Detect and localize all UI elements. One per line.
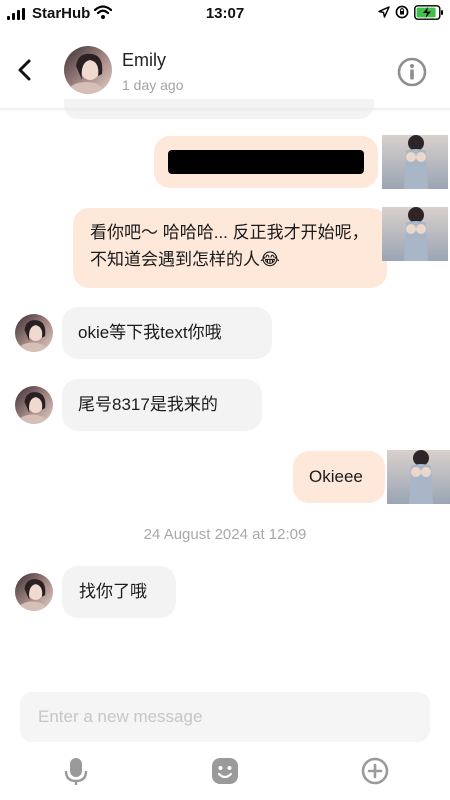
chat-header: Emily 1 day ago (0, 26, 450, 110)
message-text: 找你了哦 (79, 582, 147, 601)
sender-photo-thumbnail[interactable] (387, 450, 450, 504)
redacted-text-block (168, 150, 364, 174)
contact-avatar[interactable] (15, 386, 53, 424)
incoming-message-bubble[interactable]: 尾号8317是我来的 (62, 379, 262, 431)
add-circle-icon[interactable] (361, 756, 389, 786)
emoji-icon[interactable] (211, 756, 239, 786)
message-input[interactable] (20, 692, 430, 742)
outgoing-message-bubble[interactable] (154, 136, 378, 188)
incoming-message-bubble[interactable]: 找你了哦 (62, 566, 176, 618)
outgoing-message-bubble[interactable]: 看你吧～ 哈哈哈... 反正我才开始呢，不知道会遇到怎样的人😂 (73, 208, 387, 288)
orientation-lock-icon (395, 5, 409, 19)
message-composer (20, 692, 430, 742)
sender-photo-thumbnail[interactable] (382, 135, 448, 189)
message-text: okie等下我text你哦 (78, 323, 222, 342)
contact-avatar[interactable] (15, 314, 53, 352)
chevron-left-icon[interactable] (14, 58, 36, 82)
battery-charging-icon (414, 5, 443, 20)
incoming-message-bubble[interactable]: okie等下我text你哦 (62, 307, 272, 359)
info-icon[interactable] (397, 57, 427, 87)
contact-avatar[interactable] (15, 573, 53, 611)
microphone-icon[interactable] (62, 756, 90, 786)
contact-avatar[interactable] (64, 46, 112, 94)
contact-name: Emily (122, 50, 166, 70)
message-text: 看你吧～ 哈哈哈... 反正我才开始呢，不知道会遇到怎样的人😂 (90, 223, 369, 269)
message-text: 尾号8317是我来的 (78, 395, 218, 414)
date-separator: 24 August 2024 at 12:09 (143, 526, 307, 543)
outgoing-message-bubble[interactable]: Okieee (293, 451, 385, 503)
sender-photo-thumbnail[interactable] (382, 207, 448, 261)
last-seen-status: 1 day ago (122, 77, 184, 93)
header-divider (0, 108, 450, 112)
location-arrow-icon (378, 6, 390, 18)
message-text: Okieee (309, 467, 363, 486)
status-bar: StarHub 13:07 (0, 0, 450, 26)
